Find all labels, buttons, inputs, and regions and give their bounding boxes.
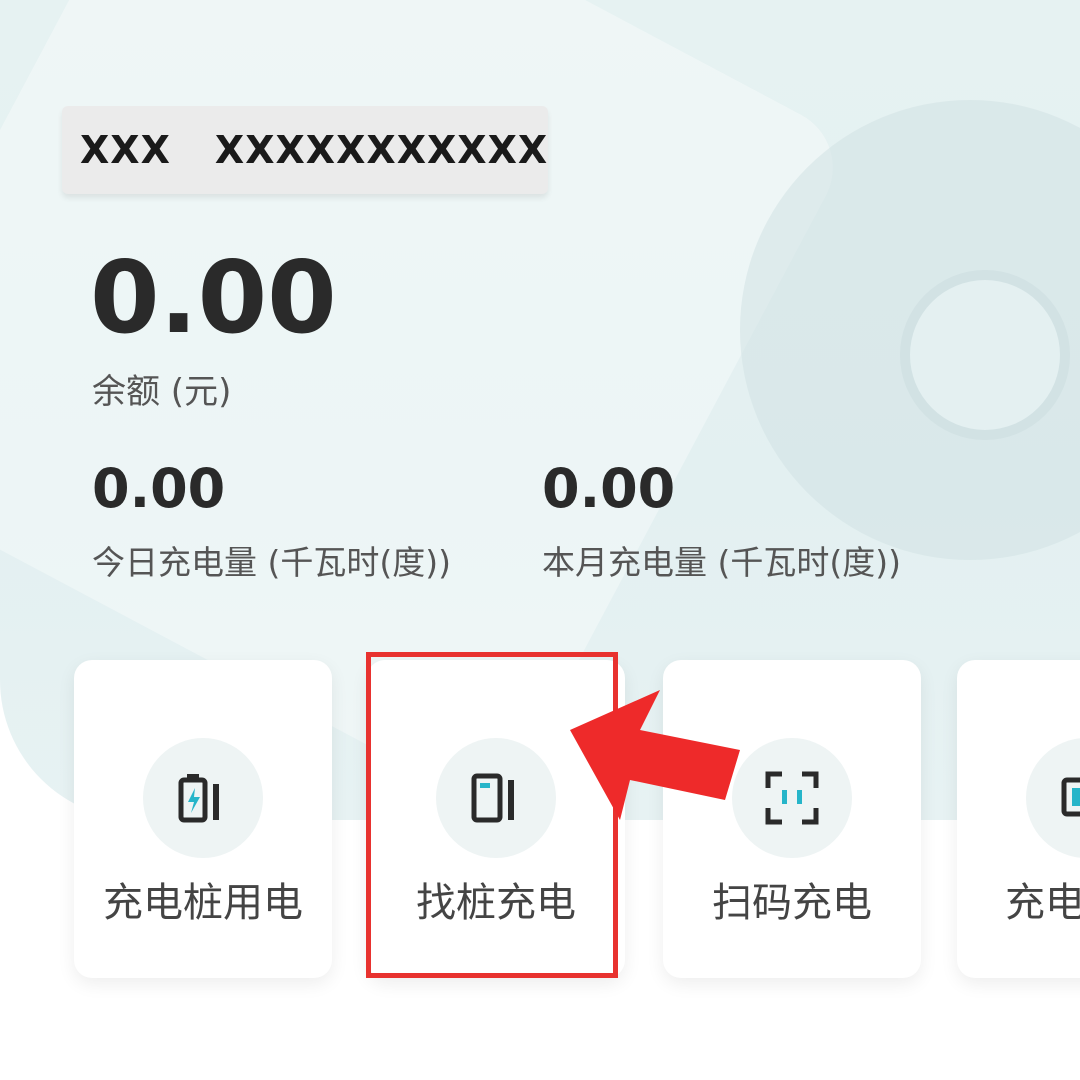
balance-label: 余额 (元) xyxy=(92,372,232,412)
charging-battery-icon xyxy=(143,738,263,858)
month-charge-value: 0.00 xyxy=(542,457,676,520)
card-label: 扫码充电 xyxy=(712,880,872,926)
account-number: XXXXXXXXXXX xyxy=(214,128,549,172)
today-charge-value: 0.00 xyxy=(92,457,226,520)
month-charge-label: 本月充电量 (千瓦时(度)) xyxy=(542,543,901,582)
card-label: 充电桩用电 xyxy=(103,880,303,926)
red-arrow-icon xyxy=(570,690,740,820)
today-charge-stat: 0.00 今日充电量 (千瓦时(度)) xyxy=(92,462,451,584)
charge-button[interactable]: 充电 xyxy=(957,660,1080,978)
today-charge-label: 今日充电量 (千瓦时(度)) xyxy=(92,543,451,582)
decorative-wheel-hub xyxy=(900,270,1070,440)
balance-value: 0.00 xyxy=(90,239,337,356)
card-label: 充电 xyxy=(1005,880,1080,926)
charging-pile-power-button[interactable]: 充电桩用电 xyxy=(74,660,332,978)
account-banner: XXX XXXXXXXXXXX xyxy=(62,106,548,194)
scan-icon xyxy=(732,738,852,858)
app-home-screen: XXX XXXXXXXXXXX 0.00 余额 (元) 0.00 今日充电量 (… xyxy=(0,0,1080,1080)
month-charge-stat: 0.00 本月充电量 (千瓦时(度)) xyxy=(542,462,901,584)
charger-icon xyxy=(1026,738,1080,858)
account-name: XXX xyxy=(80,128,171,172)
